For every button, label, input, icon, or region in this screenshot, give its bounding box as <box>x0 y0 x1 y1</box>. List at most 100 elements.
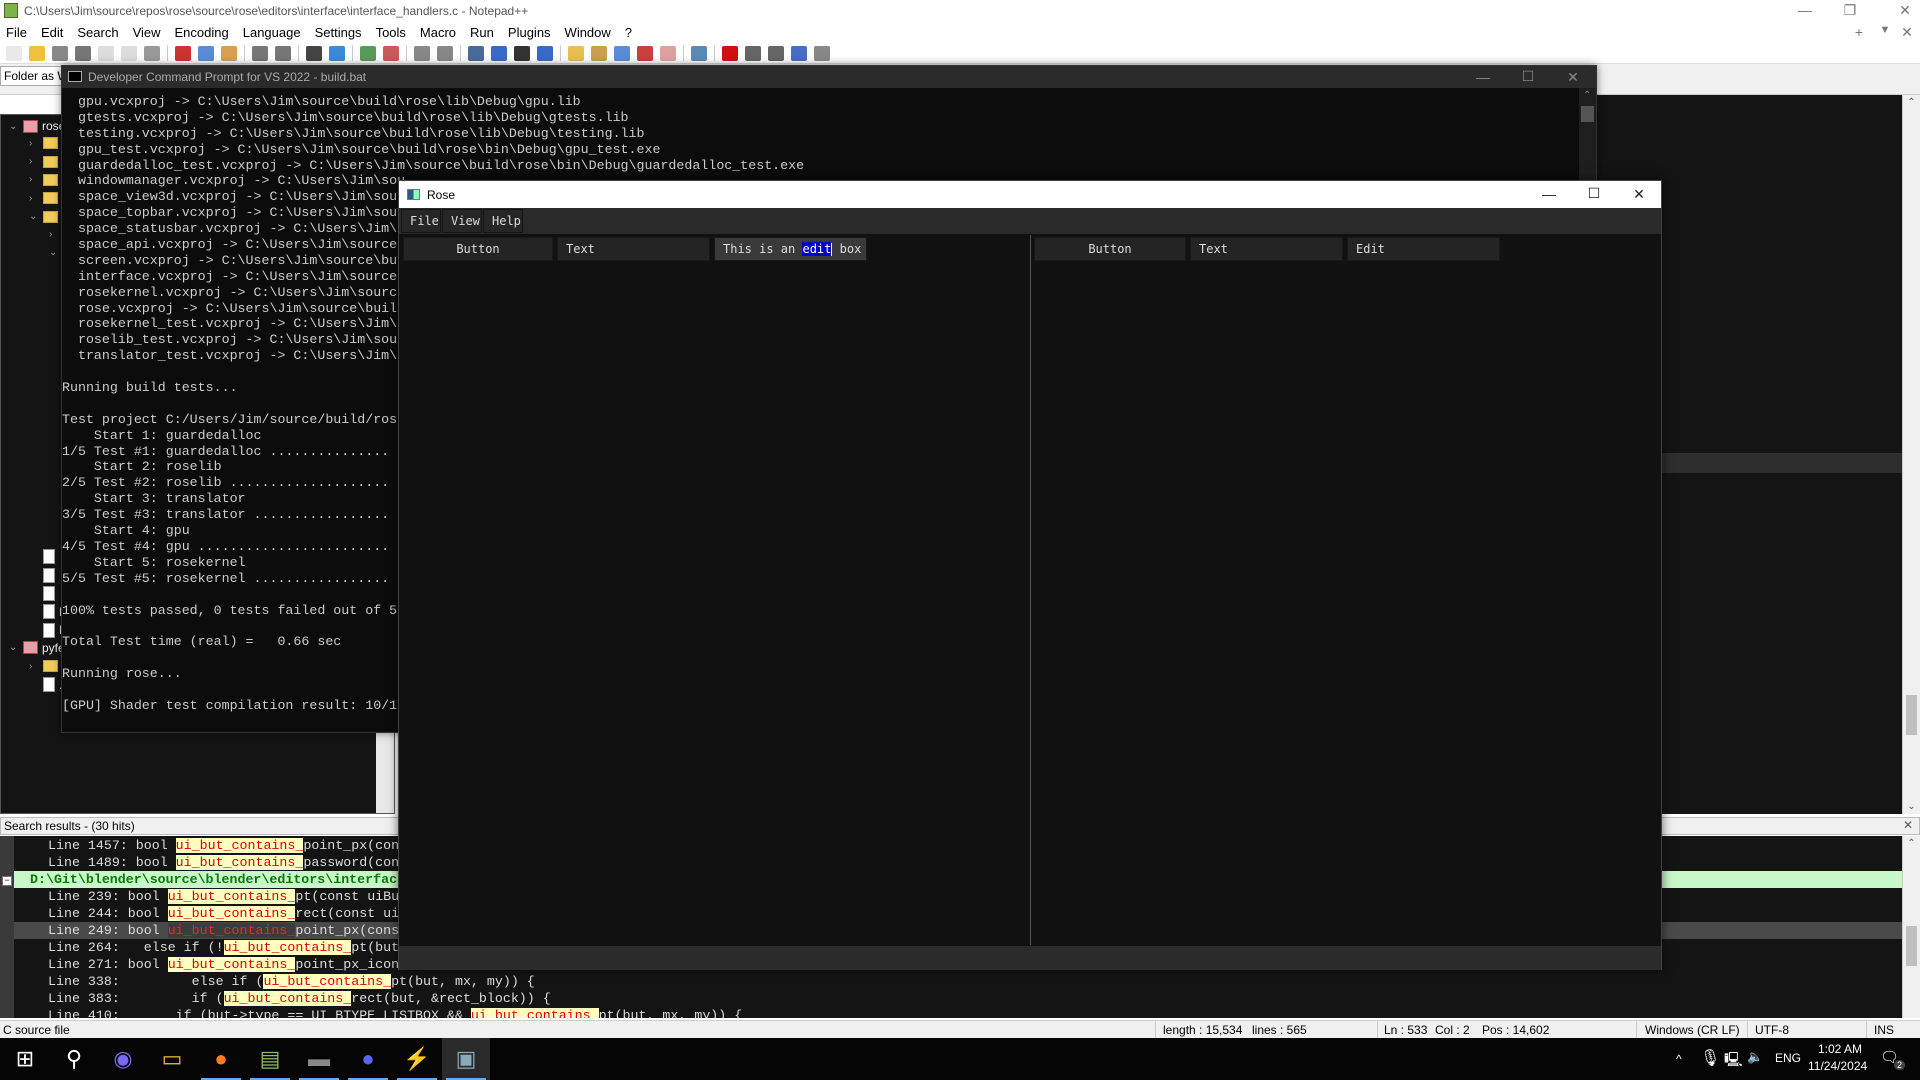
close-icon[interactable] <box>98 45 114 61</box>
firefox-taskbar-button[interactable]: ● <box>197 1038 245 1080</box>
cmd-maximize-button[interactable]: ☐ <box>1513 68 1543 85</box>
menu-encoding[interactable]: Encoding <box>175 25 229 40</box>
replace-icon[interactable] <box>329 45 345 61</box>
close-all-icon[interactable] <box>121 45 137 61</box>
rose-app-taskbar-button[interactable]: ▣ <box>442 1038 490 1080</box>
chevron-right-icon[interactable]: › <box>29 661 39 672</box>
zoom-in-icon[interactable] <box>360 45 376 61</box>
chevron-down-icon[interactable]: ⌄ <box>29 211 39 222</box>
clock-time[interactable]: 1:02 AM <box>1818 1042 1862 1056</box>
redo-icon[interactable] <box>275 45 291 61</box>
search-taskbar-button[interactable]: ⚲ <box>50 1038 98 1080</box>
menu-macro[interactable]: Macro <box>420 25 456 40</box>
find-icon[interactable] <box>306 45 322 61</box>
menu-tools[interactable]: Tools <box>376 25 406 40</box>
play-macro-icon[interactable] <box>768 45 784 61</box>
doc-list-icon[interactable] <box>614 45 630 61</box>
stop-macro-icon[interactable] <box>745 45 761 61</box>
tree-item[interactable] <box>29 567 59 583</box>
play-multiple-icon[interactable] <box>791 45 807 61</box>
tree-item[interactable]: › <box>29 173 62 186</box>
scroll-up-icon[interactable]: ⌃ <box>1903 97 1920 108</box>
tree-item[interactable]: › <box>29 155 62 168</box>
right-edit-box[interactable]: Edit <box>1347 237 1500 261</box>
close-button[interactable]: ✕ <box>1890 2 1920 19</box>
scroll-thumb[interactable] <box>1906 926 1917 966</box>
rose-minimize-button[interactable]: — <box>1534 186 1564 202</box>
zoom-out-icon[interactable] <box>383 45 399 61</box>
menu-plugins[interactable]: Plugins <box>508 25 551 40</box>
tree-item[interactable] <box>29 549 59 565</box>
menu-edit[interactable]: Edit <box>41 25 63 40</box>
tree-item[interactable]: ⌄ rose <box>9 119 65 133</box>
chevron-right-icon[interactable]: › <box>29 193 39 204</box>
scroll-up-icon[interactable]: ⌃ <box>1903 838 1920 849</box>
rose-maximize-button[interactable]: ☐ <box>1579 185 1609 202</box>
pane-divider[interactable] <box>1030 235 1031 945</box>
menu-search[interactable]: Search <box>77 25 118 40</box>
save-icon[interactable] <box>52 45 68 61</box>
tray-overflow-icon[interactable]: ^ <box>1676 1052 1682 1066</box>
left-edit-box[interactable]: This is an edit box <box>714 237 867 261</box>
volume-icon[interactable]: 🔈 <box>1747 1049 1763 1065</box>
scroll-up-icon[interactable]: ⌃ <box>1583 90 1591 101</box>
right-button[interactable]: Button <box>1034 237 1186 261</box>
network-tool-taskbar-button[interactable]: ⚡ <box>393 1038 441 1080</box>
menu-language[interactable]: Language <box>243 25 301 40</box>
chevron-down-icon[interactable]: ⌄ <box>9 642 19 653</box>
copy-icon[interactable] <box>198 45 214 61</box>
microphone-icon[interactable]: 🎙 <box>1700 1048 1720 1068</box>
menu-file[interactable]: File <box>6 25 27 40</box>
udl-icon[interactable] <box>568 45 584 61</box>
left-button[interactable]: Button <box>403 237 553 261</box>
menu-view[interactable]: View <box>133 25 161 40</box>
tree-item[interactable]: › <box>29 192 62 205</box>
rose-title-bar[interactable]: Rose — ☐ ✕ <box>399 181 1661 208</box>
scroll-down-icon[interactable]: ⌄ <box>1903 801 1920 812</box>
chevron-right-icon[interactable]: › <box>29 138 39 149</box>
rose-menu-file[interactable]: File <box>401 209 441 233</box>
discord-taskbar-button[interactable]: ● <box>344 1038 392 1080</box>
scroll-thumb[interactable] <box>1581 106 1594 122</box>
rose-close-button[interactable]: ✕ <box>1624 186 1654 203</box>
cut-icon[interactable] <box>175 45 191 61</box>
file-explorer-taskbar-button[interactable]: ▭ <box>148 1038 196 1080</box>
paste-icon[interactable] <box>221 45 237 61</box>
rose-menu-help[interactable]: Help <box>483 209 523 233</box>
open-file-icon[interactable] <box>29 45 45 61</box>
start-taskbar-button[interactable]: ⊞ <box>1 1038 49 1080</box>
copilot-taskbar-button[interactable]: ◉ <box>99 1038 147 1080</box>
network-icon[interactable]: 🖳 <box>1724 1049 1743 1073</box>
search-result-line[interactable]: Line 338: else if (ui_but_contains_pt(bu… <box>14 973 1902 990</box>
search-result-line[interactable]: Line 410: if (but->type == UI_BTYPE_LIST… <box>14 1007 1902 1018</box>
undo-icon[interactable] <box>252 45 268 61</box>
editor-scrollbar[interactable]: ⌃ ⌄ <box>1902 95 1920 814</box>
word-wrap-icon[interactable] <box>468 45 484 61</box>
search-results-scrollbar[interactable]: ⌃ <box>1902 836 1920 1018</box>
folder-workspace-icon[interactable] <box>660 45 676 61</box>
record-macro-icon[interactable] <box>722 45 738 61</box>
cmd-minimize-button[interactable]: — <box>1468 69 1498 85</box>
close-search-results-icon[interactable]: ✕ <box>1903 818 1913 832</box>
terminal-taskbar-button[interactable]: ▬ <box>295 1038 343 1080</box>
eol-format[interactable]: Windows (CR LF) <box>1645 1023 1740 1037</box>
show-all-chars-icon[interactable] <box>491 45 507 61</box>
notepadpp-taskbar-button[interactable]: ▤ <box>246 1038 294 1080</box>
cmd-title-bar[interactable]: Developer Command Prompt for VS 2022 - b… <box>62 66 1596 88</box>
chevron-right-icon[interactable]: › <box>49 229 59 240</box>
indent-guide-icon[interactable] <box>537 45 553 61</box>
menu-help[interactable]: ? <box>625 25 632 40</box>
tree-item[interactable] <box>29 585 59 601</box>
monitor-icon[interactable] <box>691 45 707 61</box>
clock-date[interactable]: 11/24/2024 <box>1808 1059 1867 1073</box>
menu-settings[interactable]: Settings <box>315 25 362 40</box>
scroll-thumb[interactable] <box>1906 695 1917 735</box>
minimize-button[interactable]: — <box>1790 2 1820 18</box>
tree-item[interactable]: ⌄ <box>29 210 62 223</box>
encoding[interactable]: UTF-8 <box>1755 1023 1789 1037</box>
save-macro-icon[interactable] <box>814 45 830 61</box>
rose-menu-view[interactable]: View <box>442 209 482 233</box>
new-file-icon[interactable] <box>6 45 22 61</box>
dropdown-icon[interactable] <box>514 45 530 61</box>
menu-window[interactable]: Window <box>565 25 611 40</box>
